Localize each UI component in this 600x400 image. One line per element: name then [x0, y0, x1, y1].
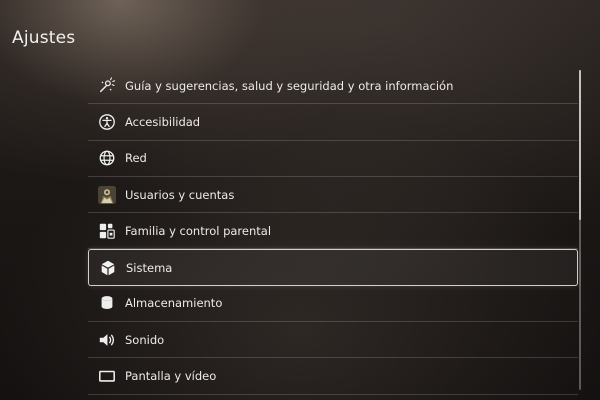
settings-item-accessibility[interactable]: Accesibilidad: [88, 104, 578, 141]
tips-icon: [97, 76, 117, 96]
accessibility-icon: [97, 112, 117, 132]
settings-item-network[interactable]: Red: [88, 141, 578, 177]
settings-item-label: Red: [125, 151, 147, 166]
settings-item-tips[interactable]: Guía y sugerencias, salud y seguridad y …: [88, 68, 578, 105]
user-avatar-icon: [97, 185, 117, 205]
speaker-icon: [97, 330, 117, 350]
settings-item-label: Familia y control parental: [125, 223, 272, 238]
scrollbar[interactable]: [579, 70, 581, 390]
globe-icon: [97, 148, 117, 168]
settings-item-label: Pantalla y vídeo: [125, 369, 217, 384]
storage-icon: [97, 293, 117, 313]
page-title: Ajustes: [12, 28, 76, 48]
settings-item-display[interactable]: Pantalla y vídeo: [88, 358, 578, 395]
cube-icon: [98, 258, 118, 278]
settings-item-system[interactable]: Sistema: [88, 249, 578, 286]
scrollbar-thumb[interactable]: [579, 70, 581, 220]
settings-item-label: Accesibilidad: [125, 114, 201, 129]
settings-item-label: Guía y sugerencias, salud y seguridad y …: [125, 78, 454, 93]
settings-item-sound[interactable]: Sonido: [88, 322, 578, 359]
settings-item-label: Sonido: [125, 332, 165, 347]
settings-item-users[interactable]: Usuarios y cuentas: [88, 177, 578, 214]
family-icon: [97, 221, 117, 241]
settings-item-storage[interactable]: Almacenamiento: [88, 286, 578, 323]
display-icon: [97, 366, 117, 386]
settings-item-label: Usuarios y cuentas: [125, 187, 235, 202]
settings-item-label: Almacenamiento: [125, 296, 223, 311]
settings-list: Guía y sugerencias, salud y seguridad y …: [88, 68, 578, 395]
settings-item-label: Sistema: [126, 260, 173, 275]
settings-item-family[interactable]: Familia y control parental: [88, 213, 578, 250]
